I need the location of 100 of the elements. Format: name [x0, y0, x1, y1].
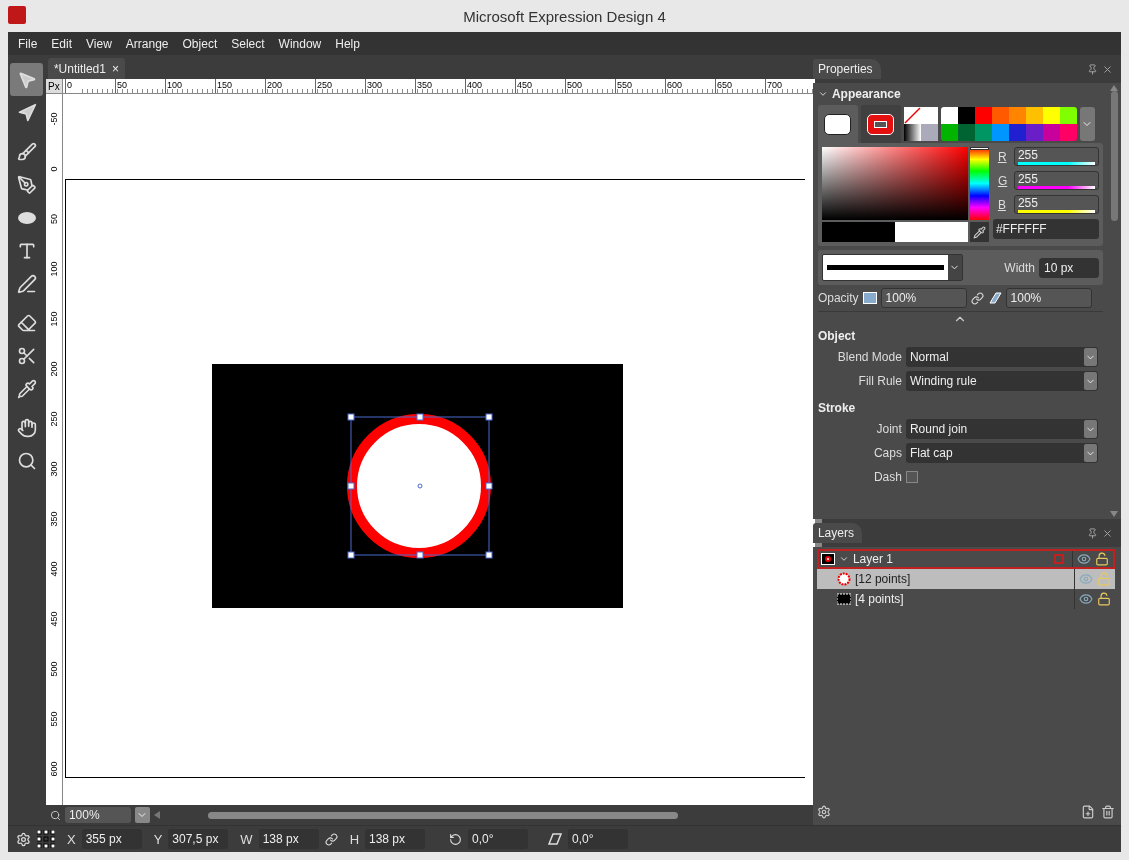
menu-item[interactable]: Help: [328, 36, 367, 51]
coordinate-field[interactable]: 0,0°: [468, 829, 528, 849]
ruler-label: 500: [48, 661, 59, 677]
special-swatches[interactable]: [903, 107, 938, 141]
opacity-field[interactable]: 100%: [880, 288, 967, 308]
channel-label: G: [997, 173, 1008, 188]
ruler-label: 100: [164, 79, 215, 93]
layer-name: [12 points]: [854, 572, 912, 586]
color-swatch[interactable]: [940, 107, 958, 124]
lock-icon[interactable]: [1097, 592, 1111, 606]
tool-button[interactable]: [10, 63, 44, 96]
link-icon[interactable]: [324, 832, 338, 846]
menu-item[interactable]: File: [11, 36, 45, 51]
menu-item[interactable]: Edit: [44, 36, 80, 51]
dropdown[interactable]: Round join: [905, 419, 1098, 439]
fill-tab[interactable]: [817, 105, 858, 143]
panel-scrollbar[interactable]: [1107, 83, 1121, 519]
hex-field[interactable]: #FFFFFF: [992, 219, 1099, 239]
hue-thumb[interactable]: [969, 147, 989, 150]
stroke-style-dropdown[interactable]: [821, 254, 963, 281]
menu-item[interactable]: View: [79, 36, 119, 51]
coordinate-field[interactable]: 307,5 px: [168, 829, 229, 849]
scissors-icon: [16, 345, 37, 366]
ruler-unit: Px: [45, 79, 63, 93]
panel-tab[interactable]: Layers: [812, 523, 862, 543]
channel-field[interactable]: 255: [1013, 147, 1099, 166]
ruler-label: 600: [664, 79, 715, 93]
menu-item[interactable]: Arrange: [118, 36, 176, 51]
channel-field[interactable]: 255: [1013, 171, 1099, 190]
close-icon[interactable]: [1102, 63, 1113, 75]
stroke-opacity-field[interactable]: 100%: [1005, 288, 1092, 308]
channel-field[interactable]: 255: [1013, 195, 1099, 214]
scrollbar-thumb[interactable]: [1110, 91, 1118, 221]
more-swatches-button[interactable]: [1079, 107, 1095, 141]
coordinate-field[interactable]: 138 px: [365, 829, 425, 849]
zoom-icon: [49, 809, 61, 821]
expand-icon[interactable]: [817, 89, 828, 99]
visibility-icon[interactable]: [1079, 592, 1093, 606]
ruler-label: 200: [264, 79, 315, 93]
coordinate-field[interactable]: 0,0°: [568, 829, 628, 849]
panel-tab[interactable]: Properties: [812, 59, 881, 79]
layer-thumbnail: [820, 553, 835, 565]
zoom-dropdown-button[interactable]: [134, 807, 150, 823]
settings-icon[interactable]: [816, 805, 831, 819]
lock-icon[interactable]: [1095, 552, 1109, 566]
color-swatch[interactable]: [940, 124, 958, 141]
document-tab[interactable]: *Untitled1 ×: [47, 58, 125, 79]
opacity-label: Opacity: [817, 291, 859, 305]
layer-item[interactable]: [4 points]: [816, 589, 1115, 609]
expand-icon[interactable]: [838, 554, 849, 564]
eyedropper-icon[interactable]: [969, 222, 989, 242]
width-label: Width: [1004, 260, 1035, 275]
ruler-label: 200: [48, 361, 59, 377]
color-field[interactable]: [821, 147, 968, 220]
pen-icon: [16, 273, 37, 294]
arrow-icon: [16, 102, 37, 123]
ruler-label: 0: [48, 166, 59, 172]
scroll-left-icon[interactable]: [153, 811, 160, 819]
ruler-label: 500: [564, 79, 615, 93]
ruler-label: 550: [48, 711, 59, 727]
settings-icon[interactable]: [16, 831, 31, 847]
close-icon[interactable]: [1102, 527, 1113, 539]
window-title: Microsoft Expression Design 4: [462, 7, 667, 25]
ruler-label: 400: [464, 79, 515, 93]
coordinate-field[interactable]: 138 px: [258, 829, 319, 849]
new-layer-icon[interactable]: [1081, 805, 1095, 819]
dropdown[interactable]: Flat cap: [905, 443, 1098, 463]
field-label: Joint: [875, 422, 902, 436]
hue-slider[interactable]: [969, 147, 989, 220]
channel-label: R: [997, 149, 1008, 164]
menu-item[interactable]: Window: [271, 36, 329, 51]
channel-label: B: [997, 197, 1007, 212]
coordinate-field[interactable]: 355 px: [81, 829, 142, 849]
ruler-label: 150: [214, 79, 265, 93]
reference-point-icon[interactable]: [37, 830, 55, 848]
link-icon[interactable]: [970, 291, 984, 305]
close-tab-button[interactable]: ×: [111, 61, 119, 76]
field-label: H: [349, 831, 359, 847]
delete-icon[interactable]: [1101, 805, 1115, 819]
zoom-field[interactable]: 100%: [64, 807, 131, 823]
menu-item[interactable]: Select: [224, 36, 272, 51]
pin-icon[interactable]: [1087, 63, 1098, 75]
stroke-tab[interactable]: [860, 105, 901, 143]
dropdown[interactable]: Winding rule: [905, 371, 1098, 391]
ruler-label: -50: [48, 112, 59, 126]
visibility-icon[interactable]: [1077, 552, 1091, 566]
field-label: Y: [153, 831, 163, 847]
width-field[interactable]: 10 px: [1039, 257, 1099, 278]
ruler-label: 450: [48, 611, 59, 627]
ruler-label: 100: [48, 261, 59, 277]
dropdown[interactable]: Normal: [905, 347, 1098, 367]
scroll-down-icon[interactable]: [1110, 511, 1118, 517]
menu-item[interactable]: Object: [175, 36, 225, 51]
ellipse-thumbnail: [836, 572, 851, 586]
brush-icon: [16, 141, 37, 162]
ruler-label: 0: [64, 79, 115, 93]
checkbox[interactable]: [905, 471, 918, 483]
layer-row[interactable]: Layer 1: [816, 549, 1115, 569]
pin-icon[interactable]: [1087, 527, 1098, 539]
pen-nib-icon: [16, 174, 37, 195]
